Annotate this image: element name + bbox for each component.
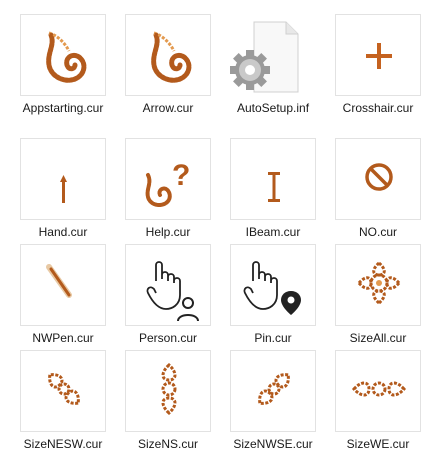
file-item-ibeam[interactable]: IBeam.cur [230,138,334,242]
thumbnail [335,14,421,96]
thumbnail [230,244,316,326]
file-item-pin[interactable]: Pin.cur [230,244,334,348]
file-item-sizenwse[interactable]: SizeNWSE.cur [230,350,334,454]
svg-text:?: ? [172,159,190,192]
file-name: Arrow.cur [142,101,194,115]
file-item-sizens[interactable]: SizeNS.cur [125,350,229,454]
file-item-crosshair[interactable]: Crosshair.cur [335,14,434,118]
pen-cursor-icon [46,264,72,298]
thumbnail [20,244,106,326]
size-all-cursor-icon [357,261,401,305]
file-item-nwpen[interactable]: NWPen.cur [20,244,124,348]
thumbnail [230,14,316,96]
person-select-cursor-icon [146,261,199,322]
thumbnail [125,350,211,432]
settings-file-icon [230,21,299,93]
file-name: NO.cur [358,225,397,239]
file-item-hand[interactable]: Hand.cur [20,138,124,242]
no-cursor-icon [365,163,393,191]
pin-select-cursor-icon [243,261,301,315]
thumbnail [125,14,211,96]
file-name: AutoSetup.inf [236,101,310,115]
file-name: SizeNESW.cur [23,437,103,451]
thumbnail [335,244,421,326]
file-item-arrow[interactable]: Arrow.cur [125,14,229,118]
ibeam-cursor-icon [268,172,280,202]
file-name: Pin.cur [254,331,292,345]
thumbnail [20,350,106,432]
thumbnail [125,244,211,326]
size-we-cursor-icon [352,381,406,397]
file-item-no[interactable]: NO.cur [335,138,434,242]
file-name: SizeNS.cur [137,437,199,451]
thumbnail [230,138,316,220]
file-name: Hand.cur [38,225,88,239]
crosshair-cursor-icon [366,43,392,69]
help-cursor-icon: ? [145,159,190,207]
file-item-sizeall[interactable]: SizeAll.cur [335,244,434,348]
file-name: IBeam.cur [245,225,301,239]
size-nwse-cursor-icon [258,373,290,405]
file-item-help[interactable]: ? Help.cur [125,138,229,242]
file-name: Help.cur [145,225,191,239]
thumbnail [230,350,316,432]
file-name: NWPen.cur [32,331,94,345]
file-name: Person.cur [138,331,198,345]
thumbnail [20,14,106,96]
thumbnail [20,138,106,220]
file-name: SizeNWSE.cur [233,437,313,451]
size-ns-cursor-icon [161,363,177,415]
file-item-appstarting[interactable]: Appstarting.cur [20,14,124,118]
size-nesw-cursor-icon [48,373,80,405]
file-name: SizeWE.cur [346,437,410,451]
swirl-leaf-cursor-icon [46,31,87,83]
thumbnail [335,138,421,220]
file-item-sizewe[interactable]: SizeWE.cur [335,350,434,454]
file-item-person[interactable]: Person.cur [125,244,229,348]
file-item-autosetup[interactable]: AutoSetup.inf [230,14,334,118]
file-name: SizeAll.cur [349,331,407,345]
file-name: Crosshair.cur [342,101,414,115]
thumbnail [335,350,421,432]
file-item-sizenesw[interactable]: SizeNESW.cur [20,350,124,454]
up-arrow-cursor-icon [60,175,67,203]
thumbnail: ? [125,138,211,220]
swirl-leaf-cursor-icon [151,31,192,83]
file-name: Appstarting.cur [22,101,104,115]
file-grid: Appstarting.cur Arrow.cur AutoSetup.inf … [0,0,434,454]
